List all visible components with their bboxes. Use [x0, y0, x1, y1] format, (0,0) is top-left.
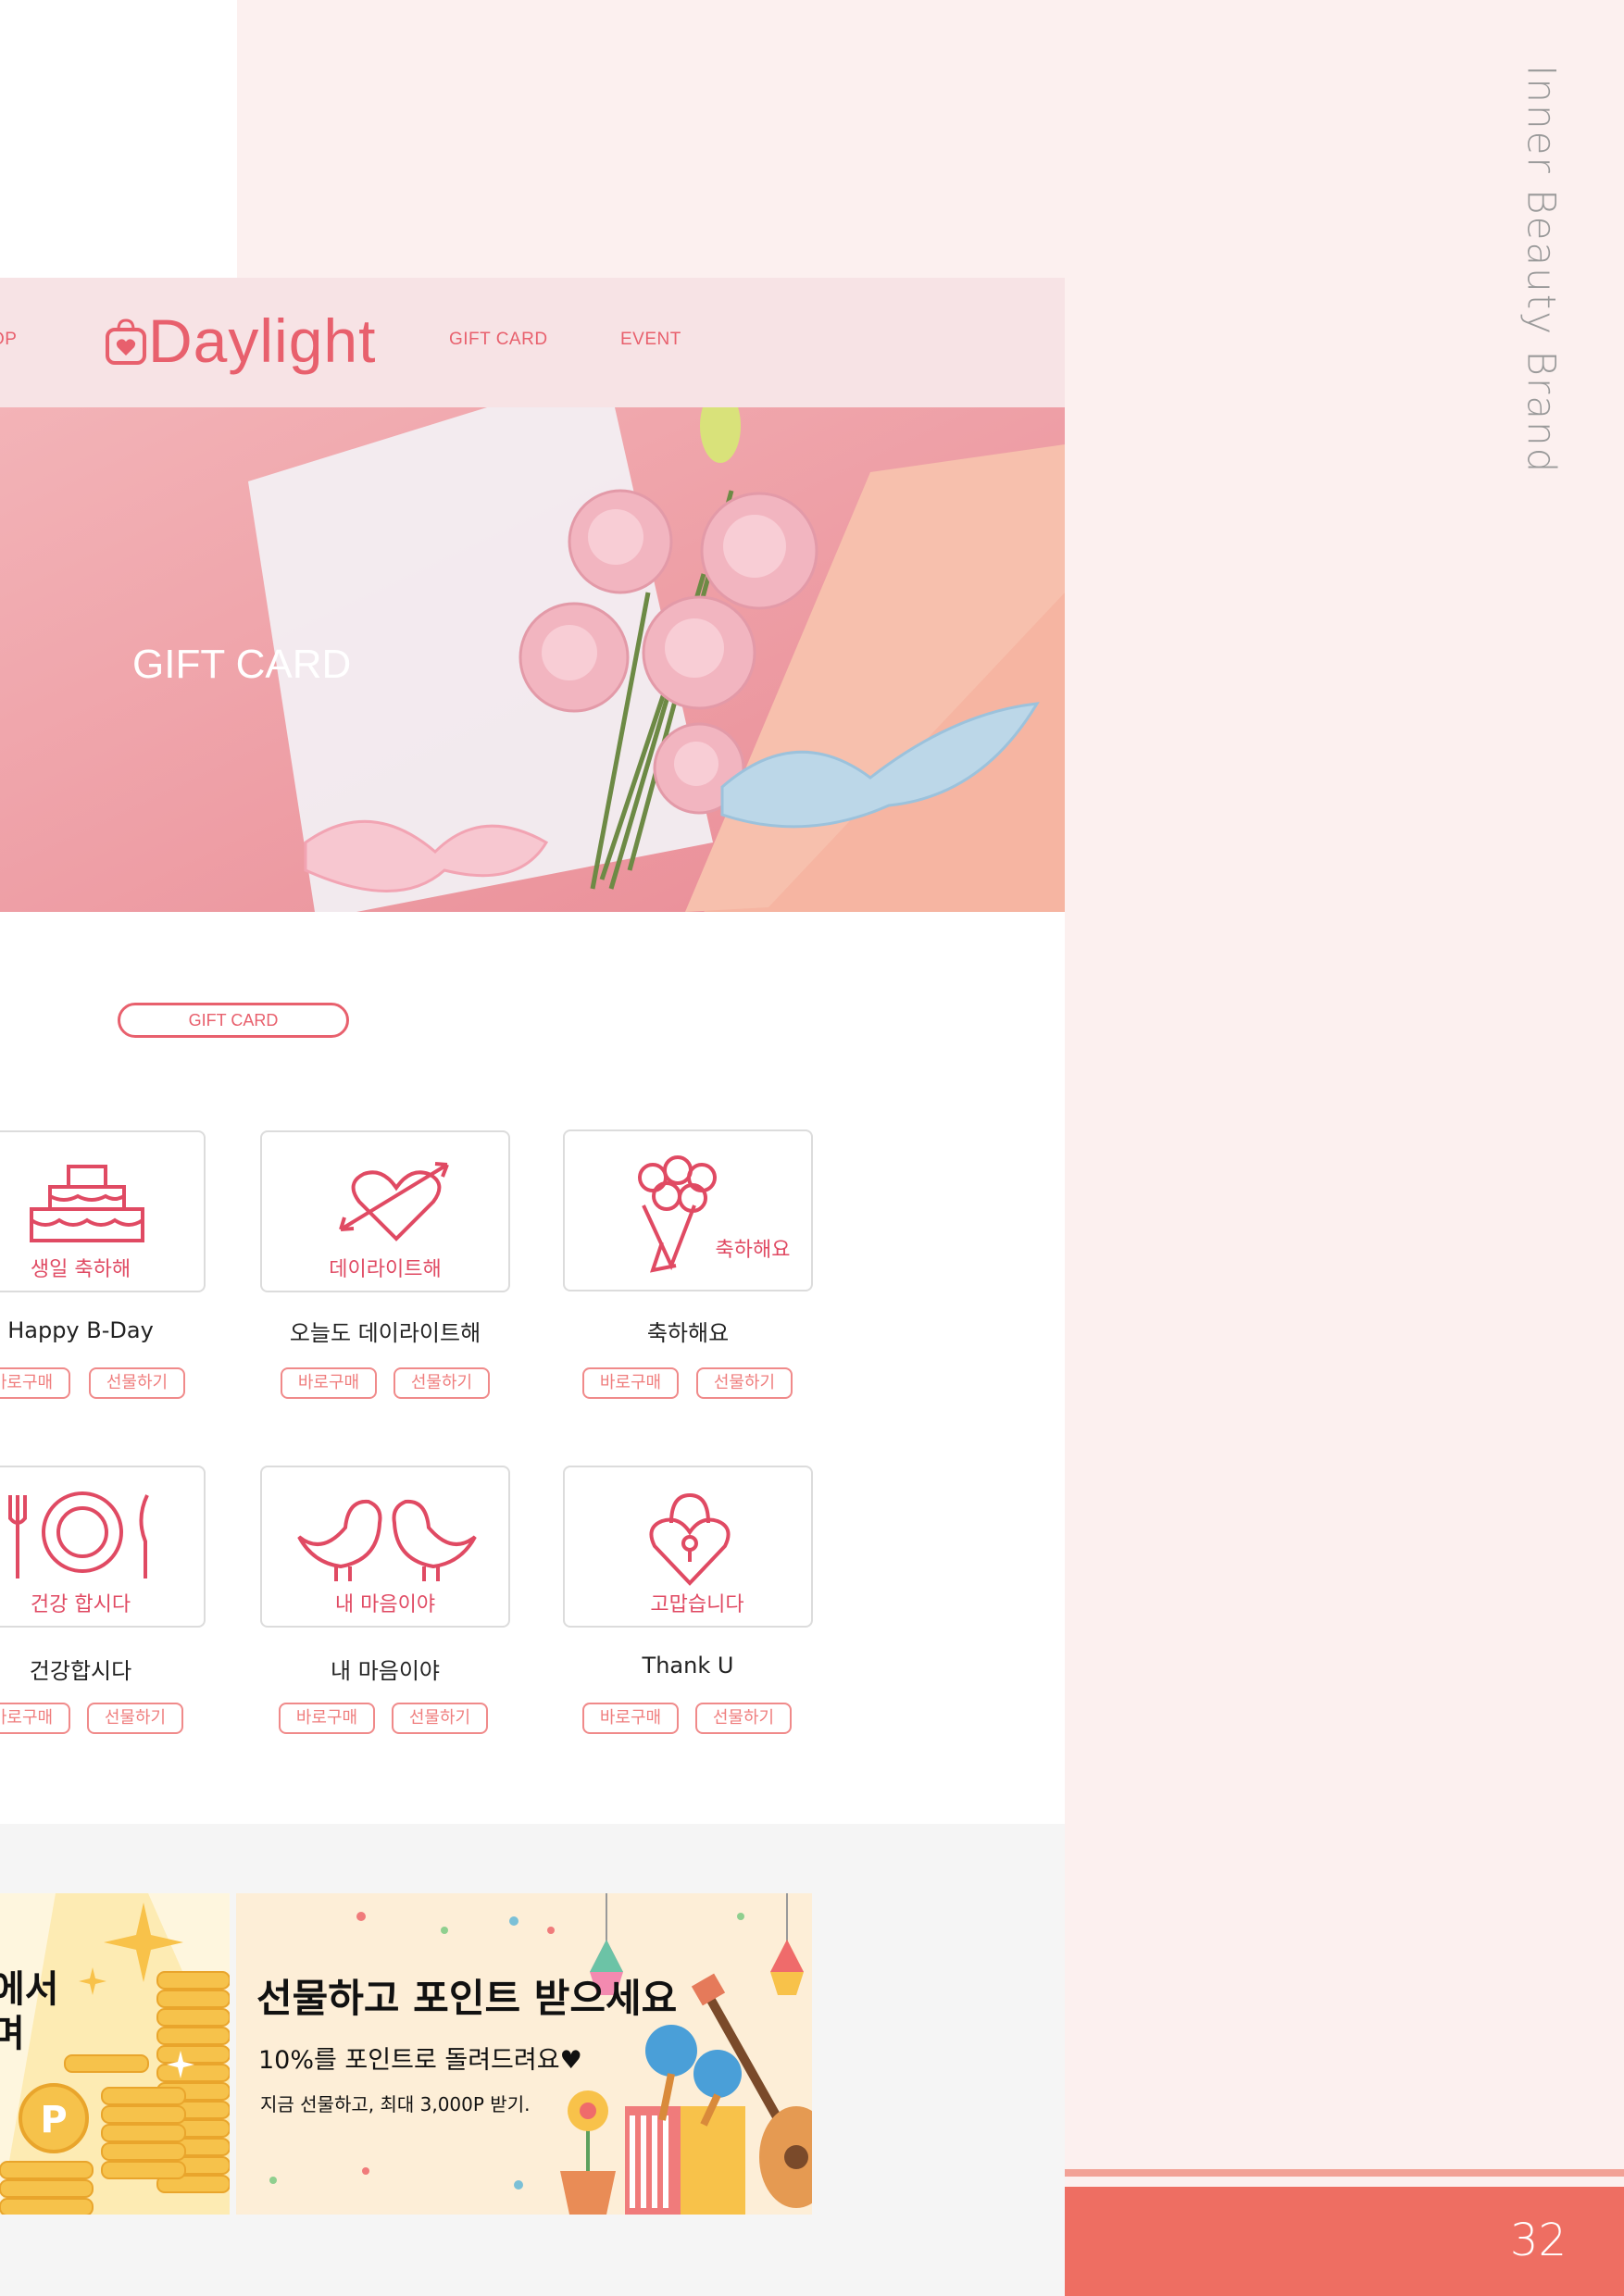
- gift-button[interactable]: 선물하기: [392, 1703, 488, 1734]
- footer-divider: [1065, 2169, 1624, 2177]
- card-name: 축하해요: [646, 1320, 730, 1346]
- brand-text: Inner Beauty Brand: [1518, 65, 1565, 475]
- buy-now-button[interactable]: 바로구매: [0, 1367, 70, 1399]
- buy-now-button[interactable]: 바로구매: [582, 1367, 679, 1399]
- site-header: OP Daylight GIFT CARD EVENT: [0, 278, 1065, 407]
- card-name: Happy B-Day: [7, 1317, 154, 1343]
- buy-now-button[interactable]: 바로구매: [281, 1367, 377, 1399]
- promo-small-text: 지금 선물하고, 최대 3,000P 받기.: [260, 2093, 531, 2115]
- card-thank-you[interactable]: 고맙습니다: [563, 1466, 813, 1628]
- card-name: 오늘도 데이라이트해: [289, 1320, 481, 1346]
- card-my-heart[interactable]: 내 마음이야: [260, 1466, 510, 1628]
- buy-now-button[interactable]: 바로구매: [279, 1703, 375, 1734]
- gift-card-section-tab[interactable]: GIFT CARD: [118, 1003, 349, 1038]
- promo-headline: 선물하고 포인트 받으세요: [256, 1976, 678, 2021]
- gift-button[interactable]: 선물하기: [87, 1703, 183, 1734]
- card-icon-caption: 축하해요: [715, 1239, 791, 1262]
- card-healthy[interactable]: 건강 합시다: [0, 1466, 206, 1628]
- website-mockup: OP Daylight GIFT CARD EVENT: [0, 278, 1065, 2296]
- love-birds-icon: [297, 1499, 477, 1581]
- card-icon-caption: 고맙습니다: [650, 1593, 744, 1616]
- card-name: 건강합시다: [29, 1658, 132, 1684]
- card-congrats[interactable]: 축하해요: [563, 1129, 813, 1292]
- heart-arrow-icon: [339, 1162, 449, 1242]
- cake-icon: [30, 1165, 144, 1242]
- card-icon-caption: 내 마음이야: [334, 1593, 436, 1616]
- bouquet-icon: [638, 1155, 717, 1273]
- svg-text:P: P: [40, 2099, 67, 2141]
- card-icon-caption: 건강 합시다: [30, 1593, 131, 1616]
- nav-event-link[interactable]: EVENT: [620, 330, 681, 350]
- points-banner-text: 에서 며: [0, 1968, 59, 2055]
- bag-heart-icon[interactable]: [104, 307, 150, 381]
- card-icon-caption: 생일 축하해: [30, 1258, 131, 1281]
- hero-title: GIFT CARD: [132, 642, 352, 687]
- card-name: 내 마음이야: [330, 1658, 441, 1684]
- gift-button[interactable]: 선물하기: [89, 1367, 185, 1399]
- gift-points-banner[interactable]: 선물하고 포인트 받으세요 10%를 포인트로 돌려드려요♥ 지금 선물하고, …: [236, 1893, 812, 2215]
- card-icon-caption: 데이라이트해: [329, 1258, 442, 1281]
- buy-now-button[interactable]: 바로구매: [582, 1703, 679, 1734]
- promo-subtitle: 10%를 포인트로 돌려드려요♥: [258, 2046, 582, 2075]
- plate-cutlery-icon: [8, 1491, 149, 1578]
- gift-button[interactable]: 선물하기: [695, 1703, 792, 1734]
- card-name: Thank U: [642, 1653, 734, 1678]
- nav-shop-link[interactable]: OP: [0, 330, 17, 350]
- gift-button[interactable]: 선물하기: [394, 1367, 490, 1399]
- points-banner[interactable]: P 에서 며: [0, 1893, 230, 2215]
- heart-lock-icon: [649, 1492, 731, 1586]
- card-birthday[interactable]: 생일 축하해: [0, 1130, 206, 1292]
- buy-now-button[interactable]: 바로구매: [0, 1703, 70, 1734]
- vertical-brand-label: Inner Beauty Brand: [1518, 65, 1565, 481]
- gift-button[interactable]: 선물하기: [696, 1367, 793, 1399]
- hero-banner: GIFT CARD: [0, 407, 1065, 912]
- nav-gift-card-link[interactable]: GIFT CARD: [449, 330, 548, 350]
- logo-wordmark[interactable]: Daylight: [148, 306, 376, 376]
- card-daylight[interactable]: 데이라이트해: [260, 1130, 510, 1292]
- page-number: 32: [1509, 2215, 1567, 2266]
